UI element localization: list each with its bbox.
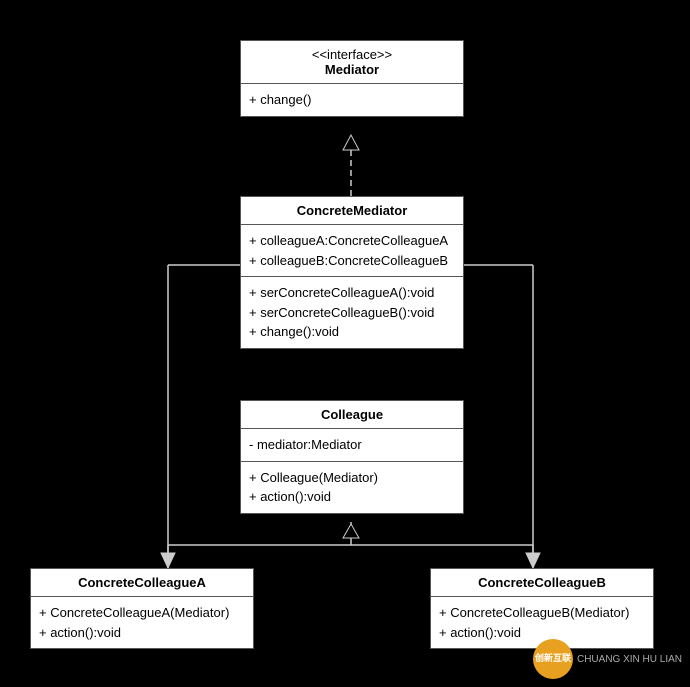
ccb-method-1: + ConcreteColleagueB(Mediator) bbox=[439, 603, 645, 623]
mediator-method-1: + change() bbox=[249, 90, 455, 110]
cm-method-2: + serConcreteColleagueB():void bbox=[249, 303, 455, 323]
watermark-site-text: CHUANG XIN HU LIAN bbox=[577, 654, 682, 665]
cm-field-1: + colleagueA:ConcreteColleagueA bbox=[249, 231, 455, 251]
colleague-fields: - mediator:Mediator bbox=[241, 429, 463, 462]
cm-method-3: + change():void bbox=[249, 322, 455, 342]
cca-name: ConcreteColleagueA bbox=[78, 575, 206, 590]
mediator-box: <<interface>> Mediator + change() bbox=[240, 40, 464, 117]
mediator-stereotype: <<interface>> bbox=[249, 47, 455, 62]
cca-methods: + ConcreteColleagueA(Mediator) + action(… bbox=[31, 597, 253, 648]
cca-method-1: + ConcreteColleagueA(Mediator) bbox=[39, 603, 245, 623]
colleague-method-2: + action():void bbox=[249, 487, 455, 507]
concrete-mediator-name: ConcreteMediator bbox=[297, 203, 408, 218]
concrete-mediator-methods: + serConcreteColleagueA():void + serConc… bbox=[241, 277, 463, 348]
concrete-mediator-header: ConcreteMediator bbox=[241, 197, 463, 225]
concrete-colleague-b-box: ConcreteColleagueB + ConcreteColleagueB(… bbox=[430, 568, 654, 649]
cm-field-2: + colleagueB:ConcreteColleagueB bbox=[249, 251, 455, 271]
ccb-name: ConcreteColleagueB bbox=[478, 575, 606, 590]
mediator-methods: + change() bbox=[241, 84, 463, 116]
colleague-method-1: + Colleague(Mediator) bbox=[249, 468, 455, 488]
cca-method-2: + action():void bbox=[39, 623, 245, 643]
colleague-name: Colleague bbox=[321, 407, 383, 422]
mediator-header: <<interface>> Mediator bbox=[241, 41, 463, 84]
watermark-logo-text: 创新互联 bbox=[535, 654, 571, 664]
watermark: 创新互联 CHUANG XIN HU LIAN bbox=[533, 639, 682, 679]
cca-header: ConcreteColleagueA bbox=[31, 569, 253, 597]
concrete-mediator-box: ConcreteMediator + colleagueA:ConcreteCo… bbox=[240, 196, 464, 349]
colleague-field-1: - mediator:Mediator bbox=[249, 435, 455, 455]
concrete-mediator-fields: + colleagueA:ConcreteColleagueA + collea… bbox=[241, 225, 463, 277]
colleague-methods: + Colleague(Mediator) + action():void bbox=[241, 462, 463, 513]
ccb-header: ConcreteColleagueB bbox=[431, 569, 653, 597]
mediator-name: Mediator bbox=[325, 62, 379, 77]
cm-method-1: + serConcreteColleagueA():void bbox=[249, 283, 455, 303]
concrete-colleague-a-box: ConcreteColleagueA + ConcreteColleagueA(… bbox=[30, 568, 254, 649]
diagram-container: <<interface>> Mediator + change() Concre… bbox=[0, 0, 690, 687]
colleague-header: Colleague bbox=[241, 401, 463, 429]
colleague-box: Colleague - mediator:Mediator + Colleagu… bbox=[240, 400, 464, 514]
watermark-logo: 创新互联 bbox=[533, 639, 573, 679]
